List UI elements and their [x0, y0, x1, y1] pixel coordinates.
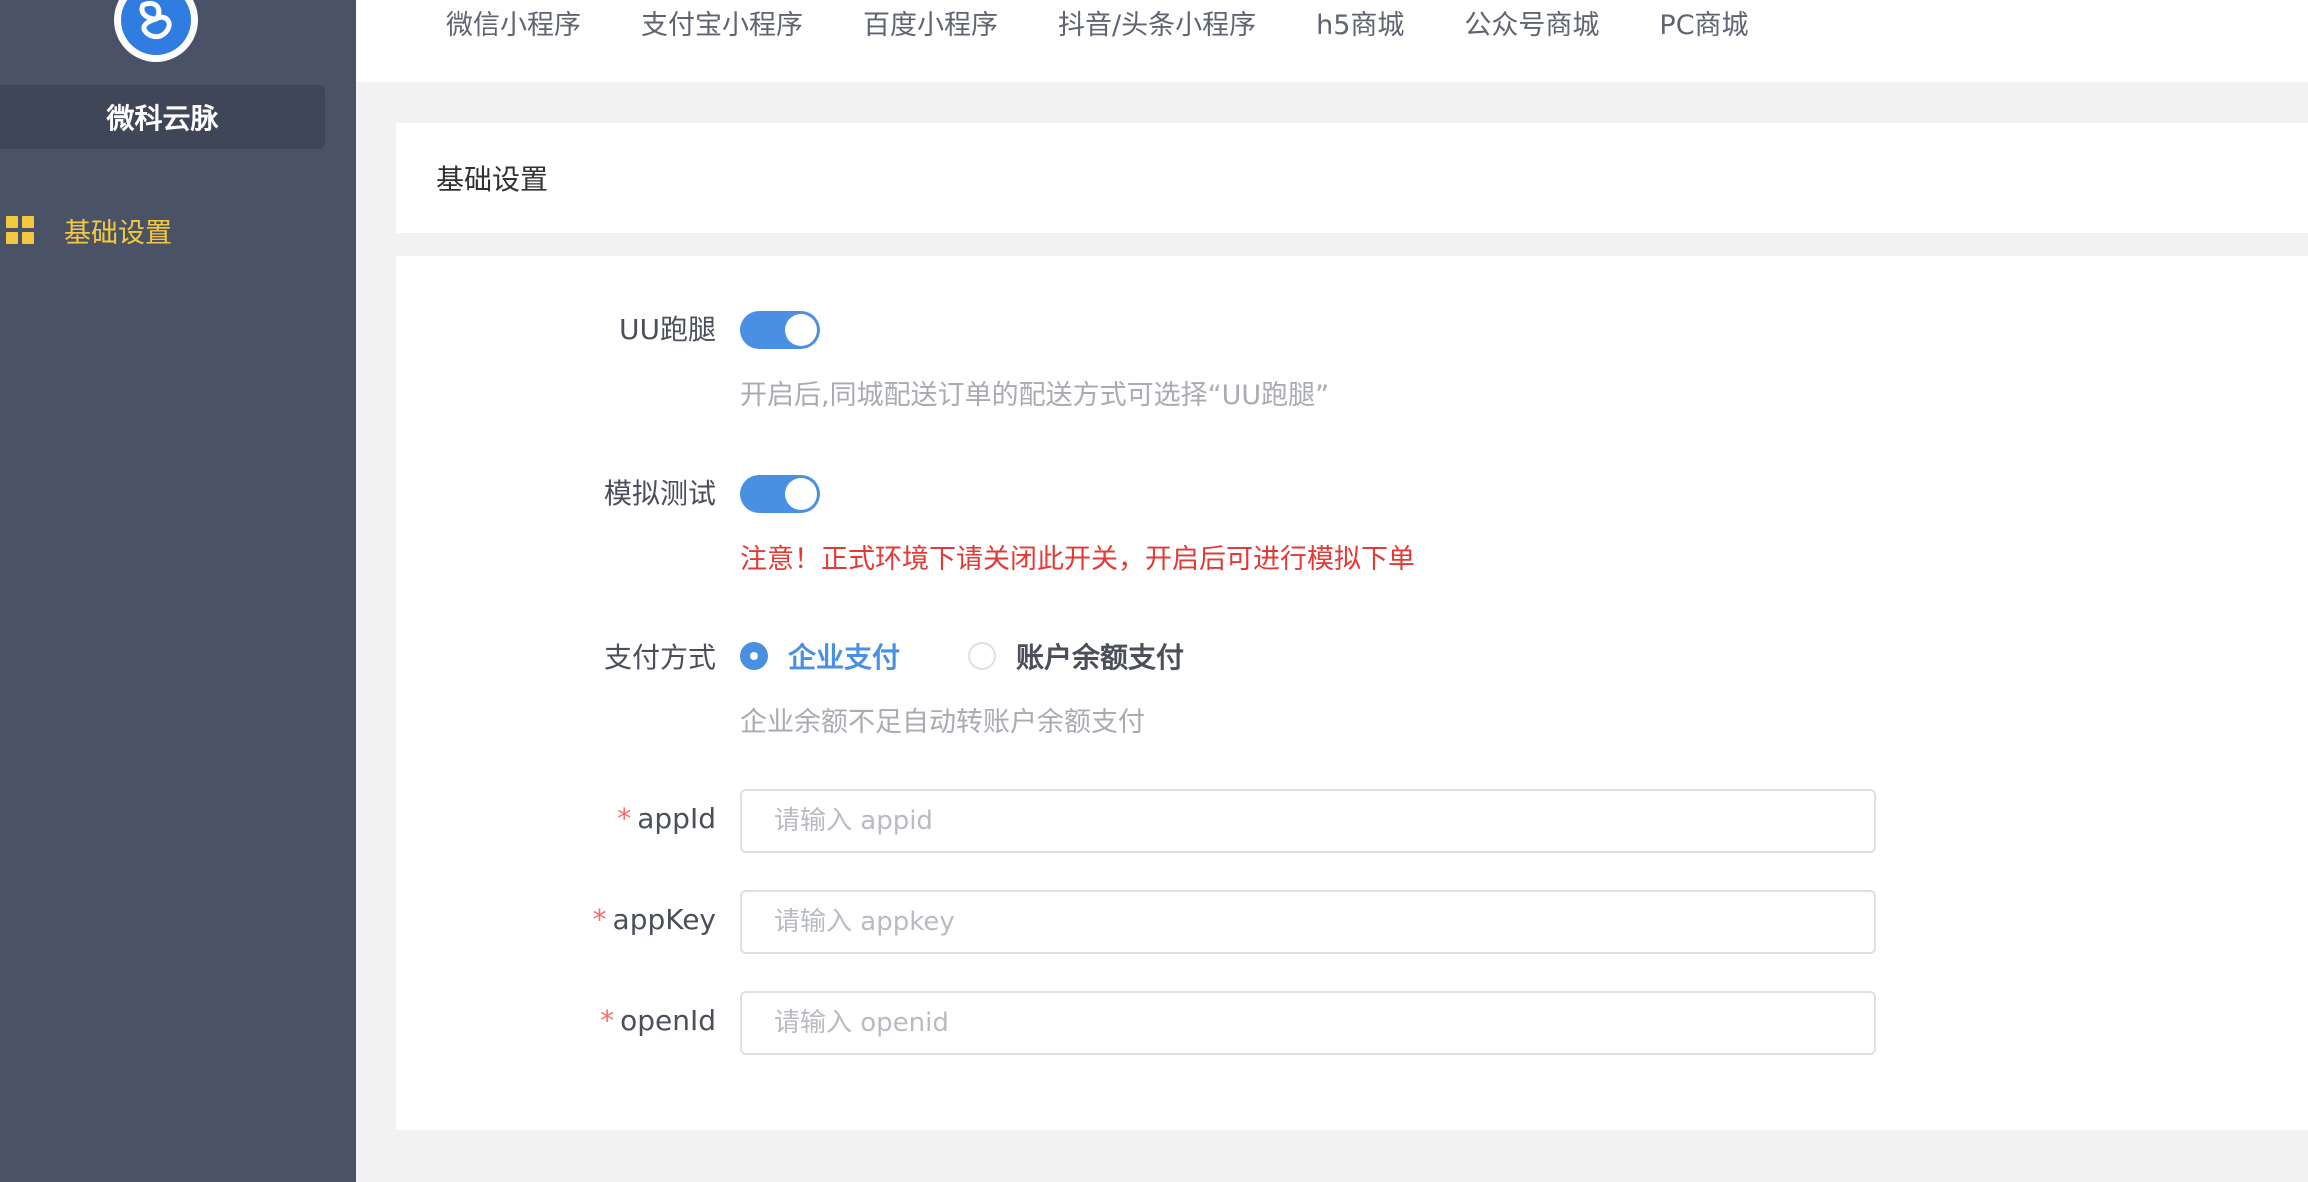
platform-tabs: 微信小程序 支付宝小程序 百度小程序 抖音/头条小程序 h5商城 公众号商城 P… [446, 0, 1809, 44]
appid-label-text: appId [637, 802, 716, 835]
top-nav: 微信小程序 支付宝小程序 百度小程序 抖音/头条小程序 h5商城 公众号商城 P… [356, 0, 2308, 82]
payment-option-enterprise[interactable]: 企业支付 [740, 636, 900, 676]
brand-name: 微科云脉 [0, 85, 325, 149]
test-mode-warning: 注意！正式环境下请关闭此开关，开启后可进行模拟下单 [740, 544, 1415, 575]
section-title: 基础设置 [436, 163, 549, 196]
radio-label: 企业支付 [788, 641, 901, 674]
payment-method-label: 支付方式 [603, 641, 716, 674]
radio-label: 账户余额支付 [1016, 641, 1185, 674]
switch-knob [785, 478, 817, 510]
tab-baidu-miniprogram[interactable]: 百度小程序 [863, 3, 998, 42]
appid-input[interactable] [740, 789, 1876, 853]
test-mode-switch[interactable] [740, 475, 820, 513]
payment-hint: 企业余额不足自动转账户余额支付 [740, 707, 1145, 738]
payment-option-balance[interactable]: 账户余额支付 [968, 636, 1184, 676]
radio-checked-icon [740, 642, 768, 670]
tab-douyin-miniprogram[interactable]: 抖音/头条小程序 [1058, 3, 1256, 42]
tab-pc-mall[interactable]: PC商城 [1659, 3, 1748, 42]
logo-icon [121, 0, 191, 55]
uu-hint: 开启后,同城配送订单的配送方式可选择“UU跑腿” [740, 380, 1330, 411]
test-mode-label: 模拟测试 [603, 477, 716, 510]
appkey-label-text: appKey [612, 903, 716, 936]
sidebar-item-label: 基础设置 [64, 217, 172, 249]
uu-switch[interactable] [740, 311, 820, 349]
openid-input[interactable] [740, 991, 1876, 1055]
required-mark: * [617, 802, 632, 835]
uu-label: UU跑腿 [619, 313, 716, 346]
openid-label: * openId [600, 1004, 716, 1037]
tab-alipay-miniprogram[interactable]: 支付宝小程序 [641, 3, 803, 42]
appkey-label: * appKey [593, 903, 716, 936]
payment-method-radio-group: 企业支付 账户余额支付 [740, 636, 1252, 676]
required-mark: * [600, 1004, 615, 1037]
sidebar-item-basic-settings[interactable]: 基础设置 [0, 204, 356, 256]
grid-icon [6, 216, 34, 244]
openid-label-text: openId [620, 1004, 716, 1037]
appkey-input[interactable] [740, 890, 1876, 954]
tab-h5-mall[interactable]: h5商城 [1316, 3, 1404, 42]
appid-label: * appId [617, 802, 716, 835]
section-header: 基础设置 [396, 123, 2308, 233]
sidebar: 微科云脉 基础设置 [0, 0, 356, 1182]
switch-knob [785, 314, 817, 346]
tab-official-account-mall[interactable]: 公众号商城 [1464, 3, 1599, 42]
tab-wechat-miniprogram[interactable]: 微信小程序 [446, 3, 581, 42]
radio-unchecked-icon [968, 642, 997, 670]
settings-form: UU跑腿 开启后,同城配送订单的配送方式可选择“UU跑腿” 模拟测试 注意！正式… [396, 256, 2308, 1130]
required-mark: * [592, 903, 607, 936]
brand-logo[interactable] [114, 0, 198, 62]
